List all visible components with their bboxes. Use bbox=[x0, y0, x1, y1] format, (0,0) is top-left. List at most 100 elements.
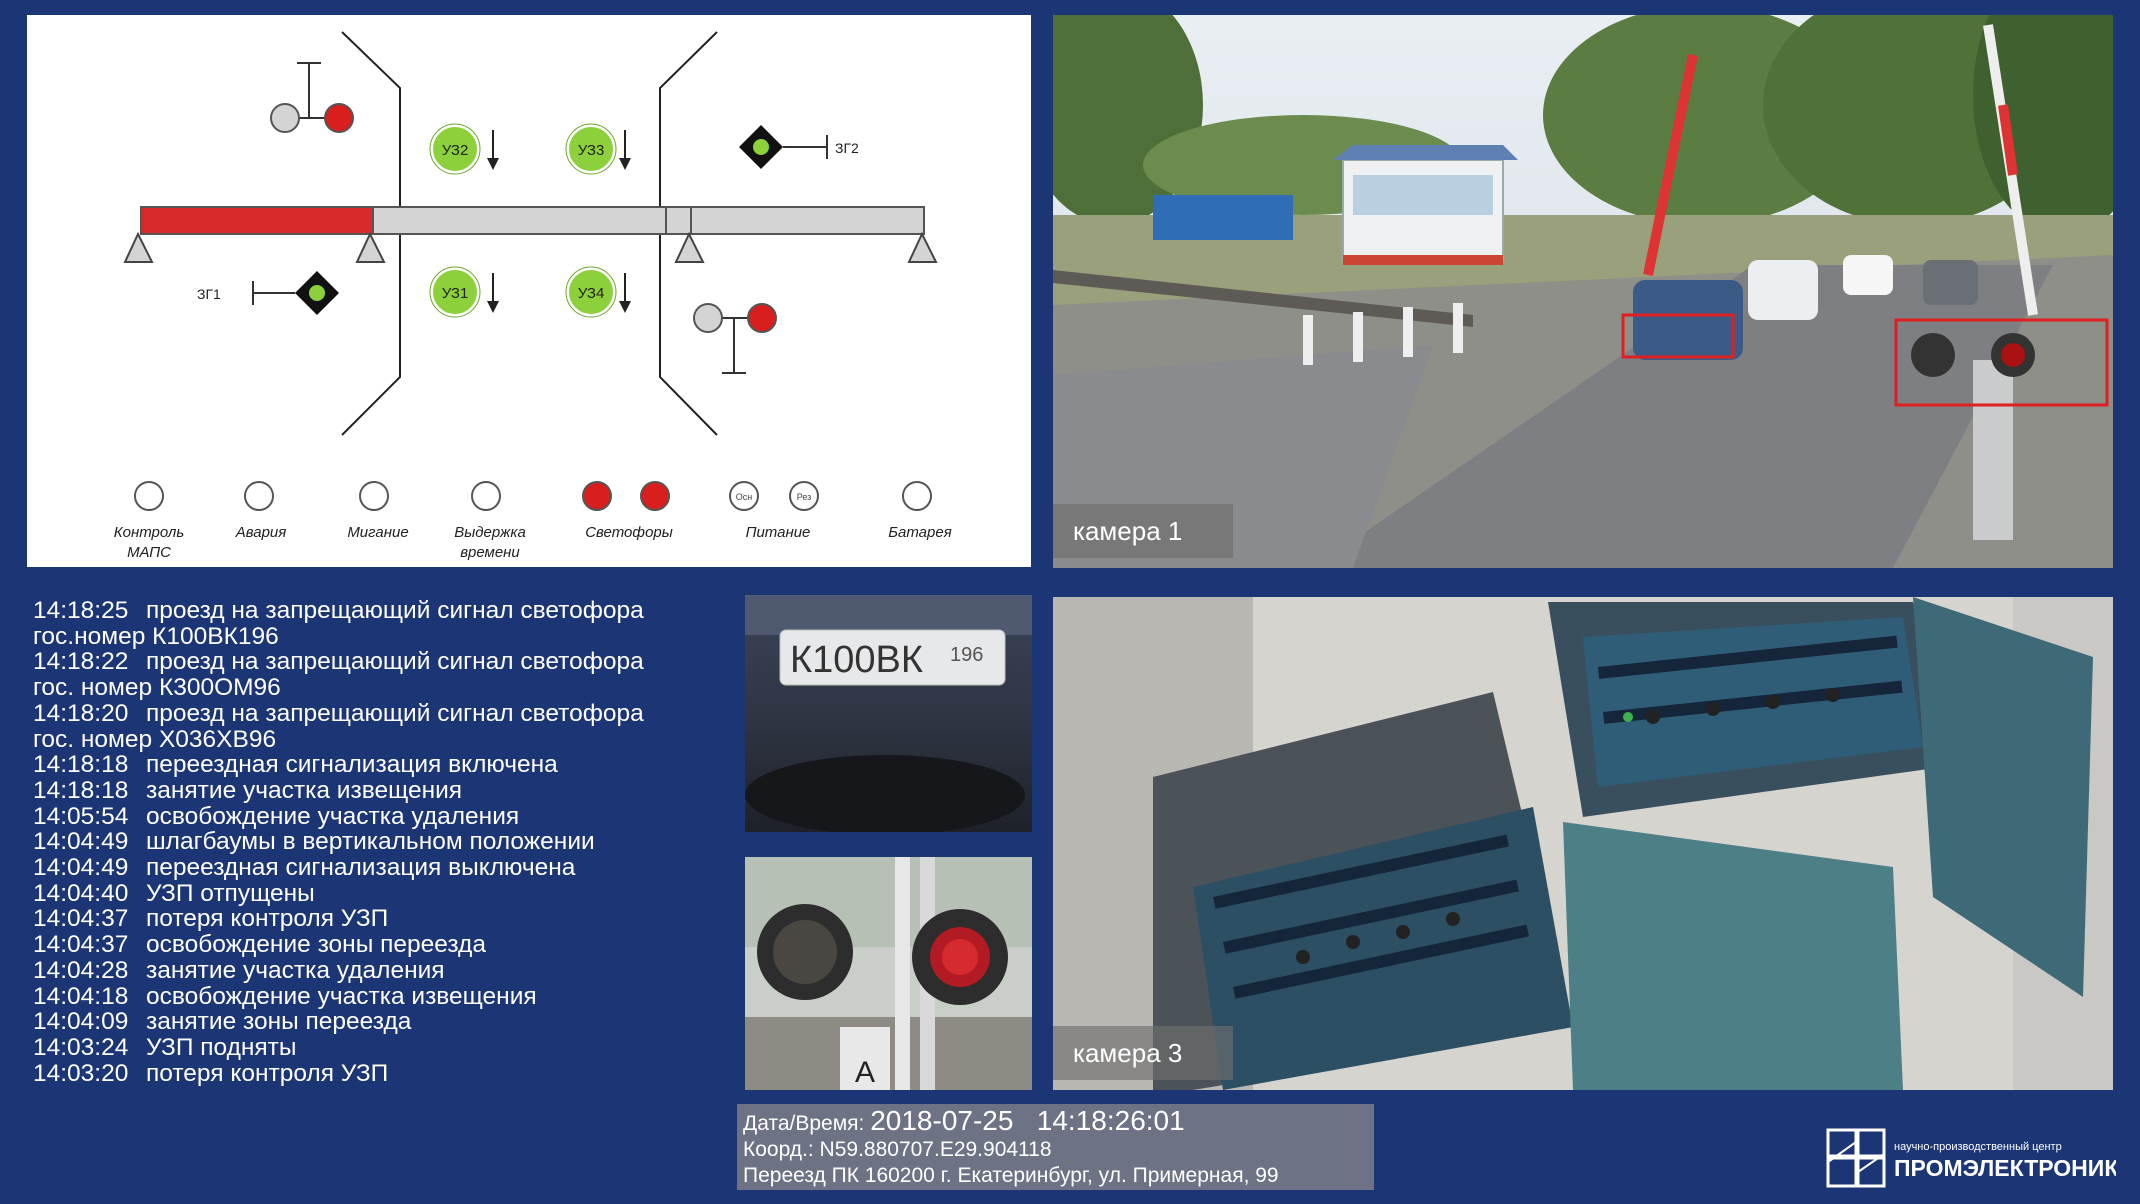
event-message: освобождение участка извещения bbox=[146, 982, 537, 1010]
insulating-joint bbox=[123, 231, 154, 263]
event-message: УЗП отпущены bbox=[146, 879, 315, 907]
event-time: 14:05:54 bbox=[33, 802, 129, 830]
svg-text:Питание: Питание bbox=[746, 524, 811, 541]
insulating-joint bbox=[907, 231, 938, 263]
event-message: освобождение зоны переезда bbox=[146, 931, 486, 959]
license-plate-crop[interactable]: К100ВК 196 bbox=[745, 595, 1032, 832]
event-row: 14:04:37 потеря контроля УЗП bbox=[33, 906, 733, 932]
crossing-scheme-diagram: ЗГ2 ЗГ1 УЗ2 УЗ3 УЗ1 УЗ4 Контроль МАПС Ав… bbox=[114, 31, 952, 561]
svg-text:Контроль: Контроль bbox=[114, 524, 185, 541]
road-traffic-light-bottom bbox=[693, 303, 777, 374]
event-row: 14:18:25 проезд на запрещающий сигнал све… bbox=[33, 598, 733, 624]
event-time: 14:18:22 bbox=[33, 648, 129, 676]
track-section-crossing bbox=[372, 206, 692, 235]
event-row: 14:04:18 освобождение участка извещения bbox=[33, 982, 733, 1010]
event-time: 14:03:20 bbox=[33, 1059, 129, 1087]
event-message: занятие участка извещения bbox=[146, 776, 463, 804]
svg-text:Светофоры: Светофоры bbox=[585, 524, 673, 541]
barrier-signal-zg2: ЗГ2 bbox=[739, 125, 859, 169]
svg-text:Авария: Авария bbox=[235, 524, 287, 541]
svg-text:A: A bbox=[855, 1056, 875, 1089]
uzp-device-uz1: УЗ1 bbox=[429, 266, 499, 318]
event-row: 14:18:20 проезд на запрещающий сигнал све… bbox=[33, 701, 733, 727]
power-reserve-label: Рез bbox=[797, 492, 812, 502]
camera-3-label: камера 3 bbox=[1053, 1026, 1233, 1080]
uzp-label: УЗ1 bbox=[442, 285, 469, 302]
event-message: потеря контроля УЗП bbox=[146, 1059, 389, 1087]
uzp-label: УЗ3 bbox=[578, 142, 605, 159]
event-plate-number: гос. номер К300ОМ96 bbox=[33, 674, 281, 702]
event-time: 14:03:24 bbox=[33, 1033, 129, 1061]
indicator-power: Осн Рез Питание bbox=[729, 481, 819, 541]
event-time: 14:04:49 bbox=[33, 854, 129, 882]
signal-label-zg1: ЗГ1 bbox=[197, 286, 221, 302]
event-time: 14:04:37 bbox=[33, 931, 129, 959]
event-time: 14:04:49 bbox=[33, 828, 129, 856]
svg-text:Мигание: Мигание bbox=[347, 524, 408, 541]
event-message: освобождение участка удаления bbox=[146, 802, 520, 830]
camera-1-label: камера 1 bbox=[1053, 504, 1233, 558]
event-time: 14:04:37 bbox=[33, 905, 129, 933]
event-time: 14:18:18 bbox=[33, 751, 129, 779]
camera-3-image bbox=[1053, 597, 2113, 1090]
indicator-battery: Батарея bbox=[888, 481, 952, 541]
indicator-maps-control: Контроль МАПС bbox=[114, 481, 185, 561]
event-message: проезд на запрещающий сигнал светофора bbox=[146, 648, 644, 676]
crossing-address-text: Переезд ПК 160200 г. Екатеринбург, ул. П… bbox=[743, 1164, 1279, 1187]
event-message: занятие участка удаления bbox=[146, 956, 445, 984]
event-time: 14:04:40 bbox=[33, 879, 129, 907]
svg-text:Выдержка: Выдержка bbox=[454, 524, 526, 541]
event-message: УЗП подняты bbox=[146, 1033, 297, 1061]
logo-title: ПРОМЭЛЕКТРОНИКА bbox=[1894, 1155, 2116, 1181]
event-row: 14:05:54 освобождение участка удаления bbox=[33, 802, 733, 830]
info-bar: Дата/Время: 2018-07-25 14:18:26:01 Коорд… bbox=[737, 1104, 1374, 1190]
event-row: 14:04:37 освобождение зоны переезда bbox=[33, 932, 733, 958]
traffic-light-crop[interactable]: A bbox=[745, 857, 1032, 1090]
event-time: 14:18:18 bbox=[33, 776, 129, 804]
event-row: 14:04:09 занятие зоны переезда bbox=[33, 1009, 733, 1035]
insulating-joint bbox=[674, 231, 705, 263]
camera-3-feed[interactable]: камера 3 bbox=[1053, 597, 2113, 1090]
traffic-light-image: A bbox=[745, 857, 1032, 1090]
event-plate-number: гос. номер Х036ХВ96 bbox=[33, 725, 277, 753]
indicator-emergency: Авария bbox=[235, 481, 287, 541]
crossing-scheme-panel: ЗГ2 ЗГ1 УЗ2 УЗ3 УЗ1 УЗ4 Контроль МАПС Ав… bbox=[27, 15, 1031, 567]
event-time: 14:18:25 bbox=[33, 597, 129, 624]
track-section-occupied bbox=[140, 206, 374, 235]
uzp-label: УЗ2 bbox=[442, 142, 469, 159]
svg-text:Батарея: Батарея bbox=[888, 524, 951, 541]
barrier-signal-zg1: ЗГ1 bbox=[197, 271, 339, 315]
uzp-device-uz2: УЗ2 bbox=[429, 123, 499, 175]
power-main-label: Осн bbox=[736, 492, 753, 502]
event-message: проезд на запрещающий сигнал светофора bbox=[146, 699, 644, 727]
event-row: 14:18:22 проезд на запрещающий сигнал све… bbox=[33, 649, 733, 675]
event-row: 14:04:28 занятие участка удаления bbox=[33, 958, 733, 984]
road-traffic-light-top bbox=[270, 62, 354, 133]
svg-text:времени: времени bbox=[460, 544, 520, 561]
event-time: 14:04:18 bbox=[33, 982, 129, 1010]
uzp-device-uz3: УЗ3 bbox=[565, 123, 631, 175]
event-message: переездная сигнализация включена bbox=[146, 751, 558, 779]
event-message: потеря контроля УЗП bbox=[146, 905, 389, 933]
event-message: переездная сигнализация выключена bbox=[146, 854, 576, 882]
datetime-label: Дата/Время: bbox=[743, 1112, 865, 1135]
camera-1-image bbox=[1053, 15, 2113, 568]
event-plate-number: гос.номер К100ВК196 bbox=[33, 622, 279, 650]
event-row: 14:04:40 УЗП отпущены bbox=[33, 881, 733, 907]
datetime-row: Дата/Время: 2018-07-25 14:18:26:01 bbox=[743, 1105, 1374, 1137]
camera-1-feed[interactable]: камера 1 bbox=[1053, 15, 2113, 568]
company-logo-mark: научно-производственный центр ПРОМЭЛЕКТР… bbox=[1826, 1128, 2135, 1188]
datetime-value: 2018-07-25 14:18:26:01 bbox=[870, 1105, 1185, 1136]
company-logo: научно-производственный центр ПРОМЭЛЕКТР… bbox=[1826, 1122, 2135, 1192]
event-time: 14:18:20 bbox=[33, 699, 129, 727]
event-message: проезд на запрещающий сигнал светофора bbox=[146, 597, 644, 624]
event-row: 14:04:49 шлагбаумы в вертикальном положен… bbox=[33, 829, 733, 855]
plate-region-text: 196 bbox=[950, 644, 983, 666]
uzp-label: УЗ4 bbox=[578, 285, 605, 302]
event-row: 14:03:20 потеря контроля УЗП bbox=[33, 1059, 733, 1087]
indicator-blinking: Мигание bbox=[347, 481, 409, 541]
indicator-traffic-lights: Светофоры bbox=[582, 481, 673, 541]
svg-text:МАПС: МАПС bbox=[127, 544, 171, 561]
event-time: 14:04:09 bbox=[33, 1008, 129, 1036]
logo-subtitle: научно-производственный центр bbox=[1894, 1141, 2062, 1153]
